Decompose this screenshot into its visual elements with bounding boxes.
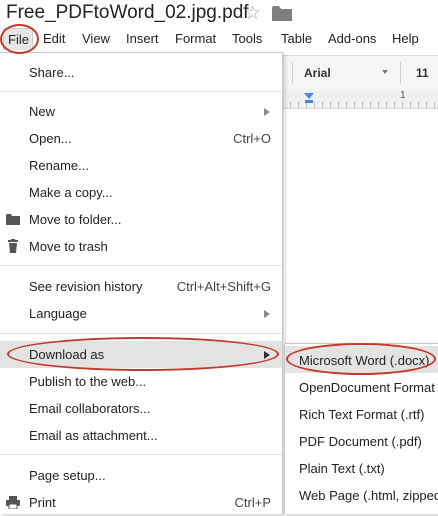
toolbar-divider bbox=[292, 62, 293, 84]
menu-item-make-copy[interactable]: Make a copy... bbox=[0, 179, 282, 206]
menu-addons[interactable]: Add-ons bbox=[328, 31, 376, 46]
menu-item-move-to-trash[interactable]: Move to trash bbox=[0, 233, 282, 260]
menu-item-label: Publish to the web... bbox=[29, 374, 147, 389]
shortcut-label: Ctrl+O bbox=[233, 131, 271, 146]
submenu-arrow-icon bbox=[264, 108, 270, 116]
printer-icon bbox=[6, 496, 20, 509]
submenu-item-pdf[interactable]: PDF Document (.pdf) bbox=[285, 427, 438, 454]
menu-item-page-setup[interactable]: Page setup... bbox=[0, 462, 282, 489]
submenu-item-txt[interactable]: Plain Text (.txt) bbox=[285, 454, 438, 481]
menu-item-label: Print bbox=[29, 495, 56, 510]
star-outline-icon[interactable]: ☆ bbox=[244, 2, 261, 25]
menu-item-move-to-folder[interactable]: Move to folder... bbox=[0, 206, 282, 233]
chevron-down-icon[interactable] bbox=[382, 70, 388, 74]
menu-item-rename[interactable]: Rename... bbox=[0, 152, 282, 179]
menu-divider bbox=[0, 265, 282, 266]
menu-format[interactable]: Format bbox=[175, 31, 216, 46]
menu-item-email-attachment[interactable]: Email as attachment... bbox=[0, 422, 282, 449]
menu-edit[interactable]: Edit bbox=[43, 31, 65, 46]
menu-item-language[interactable]: Language bbox=[0, 300, 282, 327]
submenu-item-label: OpenDocument Format ( bbox=[299, 380, 438, 395]
menu-item-new[interactable]: New bbox=[0, 98, 282, 125]
file-menu: Share... New Open... Ctrl+O Rename... Ma… bbox=[0, 52, 283, 514]
menu-item-label: See revision history bbox=[29, 279, 143, 294]
trash-icon bbox=[8, 239, 18, 253]
shortcut-label: Ctrl+Alt+Shift+G bbox=[176, 279, 271, 294]
first-line-indent-handle[interactable] bbox=[304, 93, 314, 99]
submenu-item-label: Web Page (.html, zipped bbox=[299, 488, 438, 503]
left-indent-handle[interactable] bbox=[305, 100, 313, 103]
submenu-item-label: Microsoft Word (.docx) bbox=[299, 353, 430, 368]
menu-item-label: Open... bbox=[29, 131, 72, 146]
submenu-item-label: Plain Text (.txt) bbox=[299, 461, 385, 476]
ruler-number: 1 bbox=[400, 90, 406, 101]
menu-item-print[interactable]: Print Ctrl+P bbox=[0, 489, 282, 516]
submenu-item-label: PDF Document (.pdf) bbox=[299, 434, 422, 449]
menu-divider bbox=[0, 91, 282, 92]
title-bar: Free_PDFtoWord_02.jpg.pdf ☆ bbox=[0, 0, 438, 27]
menu-item-label: Rename... bbox=[29, 158, 89, 173]
menu-item-download-as[interactable]: Download as bbox=[0, 341, 282, 368]
folder-icon bbox=[6, 214, 20, 225]
menu-divider bbox=[0, 333, 282, 334]
menu-view[interactable]: View bbox=[82, 31, 110, 46]
formatting-toolbar: Arial 11 bbox=[282, 55, 438, 91]
download-as-submenu: Microsoft Word (.docx) OpenDocument Form… bbox=[284, 343, 438, 514]
folder-icon[interactable] bbox=[272, 6, 292, 21]
font-family-select[interactable]: Arial bbox=[304, 66, 331, 80]
menu-tools[interactable]: Tools bbox=[232, 31, 262, 46]
menu-item-open[interactable]: Open... Ctrl+O bbox=[0, 125, 282, 152]
menu-item-label: Language bbox=[29, 306, 87, 321]
toolbar-divider bbox=[400, 62, 401, 84]
submenu-item-docx[interactable]: Microsoft Word (.docx) bbox=[285, 346, 438, 373]
submenu-item-html[interactable]: Web Page (.html, zipped bbox=[285, 481, 438, 508]
submenu-item-odt[interactable]: OpenDocument Format ( bbox=[285, 373, 438, 400]
menu-item-email-collaborators[interactable]: Email collaborators... bbox=[0, 395, 282, 422]
submenu-item-rtf[interactable]: Rich Text Format (.rtf) bbox=[285, 400, 438, 427]
menu-item-publish[interactable]: Publish to the web... bbox=[0, 368, 282, 395]
shortcut-label: Ctrl+P bbox=[234, 495, 271, 510]
menu-divider bbox=[0, 454, 282, 455]
menu-item-label: Email collaborators... bbox=[29, 401, 151, 416]
font-size-select[interactable]: 11 bbox=[416, 66, 429, 80]
menu-item-label: Email as attachment... bbox=[29, 428, 158, 443]
ruler: 1 bbox=[282, 90, 438, 109]
submenu-item-label: Rich Text Format (.rtf) bbox=[299, 407, 425, 422]
menu-bar: File Edit View Insert Format Tools Table… bbox=[0, 27, 438, 52]
menu-item-label: Download as bbox=[29, 347, 105, 362]
menu-item-label: New bbox=[29, 104, 56, 119]
menu-item-label: Move to trash bbox=[29, 239, 108, 254]
submenu-arrow-icon bbox=[264, 310, 270, 318]
menu-item-revision-history[interactable]: See revision history Ctrl+Alt+Shift+G bbox=[0, 273, 282, 300]
menu-item-label: Page setup... bbox=[29, 468, 106, 483]
menu-item-share[interactable]: Share... bbox=[0, 59, 282, 86]
submenu-arrow-icon bbox=[264, 351, 270, 359]
menu-table[interactable]: Table bbox=[281, 31, 312, 46]
menu-item-label: Share... bbox=[29, 65, 75, 80]
menu-item-label: Make a copy... bbox=[29, 185, 113, 200]
menu-file[interactable]: File bbox=[3, 28, 33, 50]
menu-insert[interactable]: Insert bbox=[126, 31, 159, 46]
menu-item-label: Move to folder... bbox=[29, 212, 122, 227]
document-title[interactable]: Free_PDFtoWord_02.jpg.pdf bbox=[6, 2, 249, 24]
menu-help[interactable]: Help bbox=[392, 31, 419, 46]
